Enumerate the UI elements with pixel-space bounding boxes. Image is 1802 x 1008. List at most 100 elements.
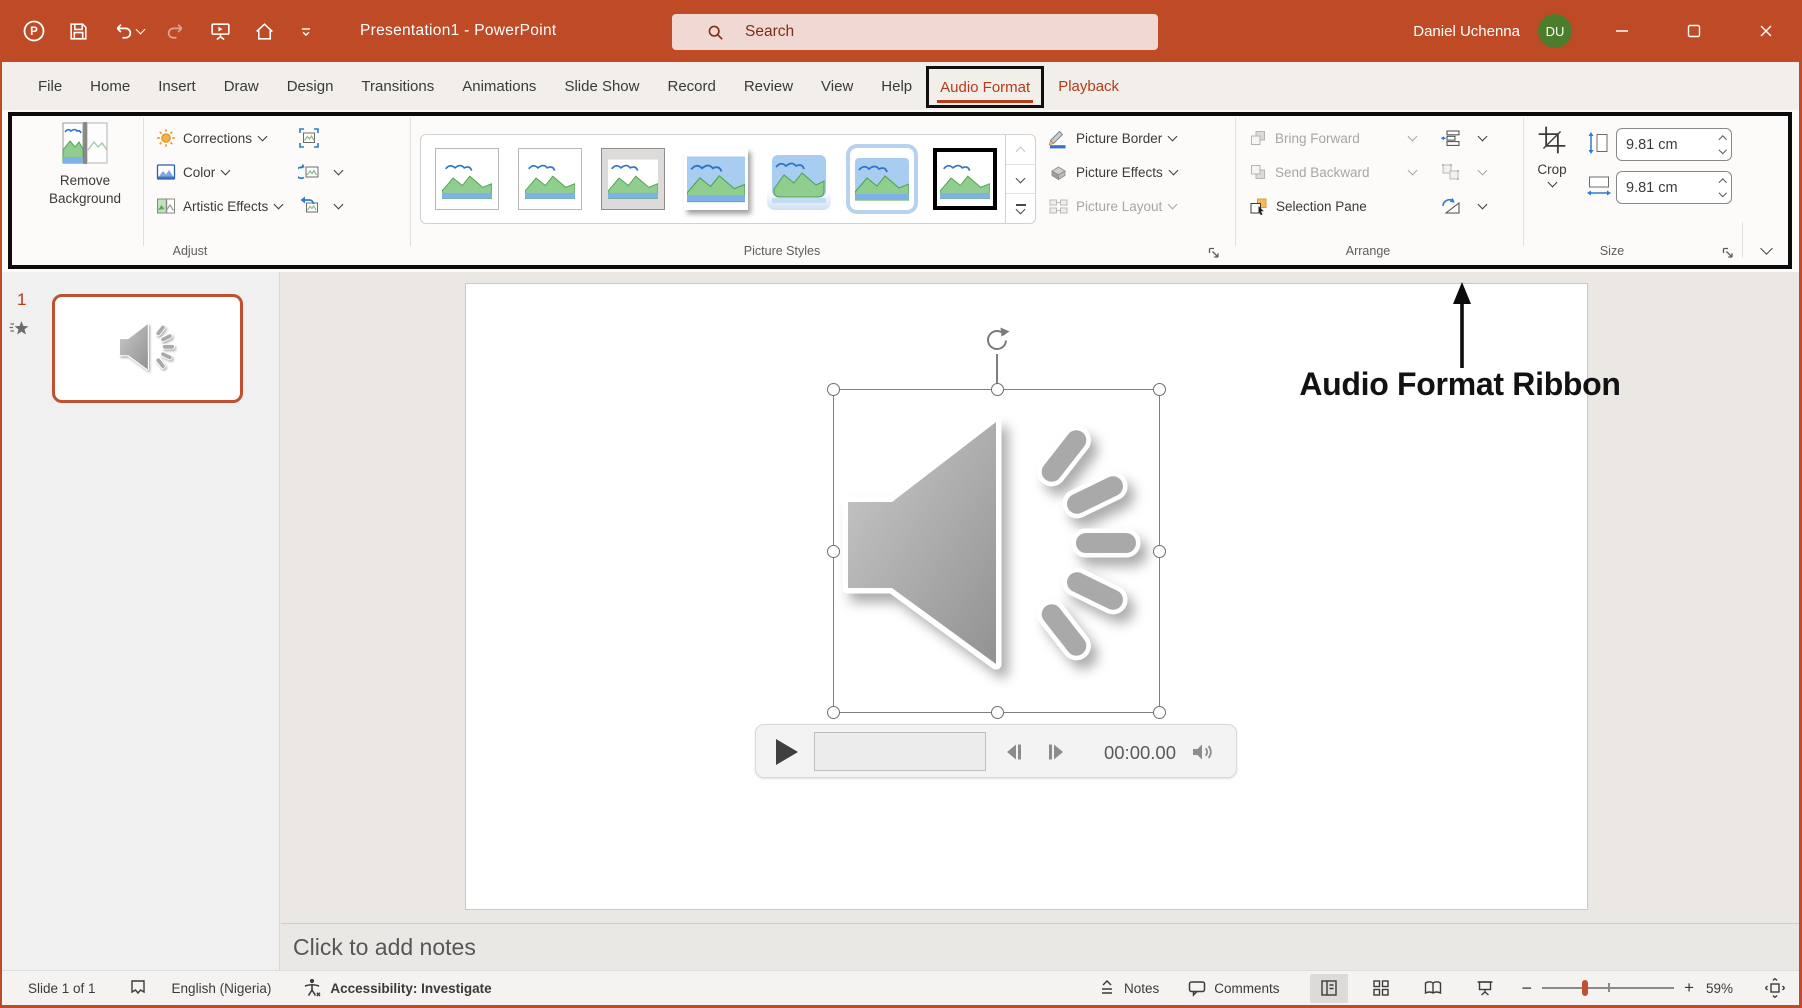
resize-handle-top-center[interactable] (991, 383, 1004, 396)
corrections-button[interactable]: Corrections (156, 125, 266, 151)
tab-playback[interactable]: Playback (1044, 62, 1133, 110)
maximize-button[interactable] (1672, 0, 1716, 62)
move-forward-button[interactable] (1042, 741, 1068, 763)
picture-style-option-4[interactable] (684, 148, 748, 210)
undo-button[interactable] (111, 20, 144, 43)
crop-button[interactable]: Crop (1526, 124, 1578, 234)
language-button[interactable]: English (Nigeria) (172, 981, 272, 996)
quick-access-toolbar-chevron-icon[interactable] (297, 22, 315, 40)
tab-animations[interactable]: Animations (448, 62, 550, 110)
shape-width-input[interactable] (1626, 180, 1700, 196)
align-objects-button[interactable] (1440, 125, 1486, 151)
picture-style-option-3[interactable] (601, 148, 665, 210)
reading-view-button[interactable] (1414, 974, 1452, 1003)
fit-slide-button[interactable] (1764, 977, 1786, 999)
gallery-scroll-down-button[interactable] (1006, 164, 1035, 194)
start-slideshow-button[interactable] (209, 20, 232, 43)
volume-icon[interactable] (1190, 741, 1218, 763)
width-spinner[interactable] (1720, 180, 1726, 196)
reset-picture-button[interactable] (298, 193, 342, 219)
align-objects-icon (1440, 128, 1462, 148)
size-dialog-launcher[interactable] (1722, 247, 1734, 259)
height-spin-down-icon[interactable] (1718, 146, 1726, 154)
slide-1-thumbnail[interactable] (52, 294, 243, 403)
tab-record[interactable]: Record (653, 62, 729, 110)
picture-styles-dialog-launcher[interactable] (1208, 247, 1220, 259)
tab-file[interactable]: File (24, 62, 76, 110)
zoom-slider[interactable] (1542, 979, 1674, 997)
zoom-level[interactable]: 59% (1706, 981, 1748, 996)
gallery-more-button[interactable] (1006, 193, 1035, 223)
picture-style-option-2[interactable] (518, 148, 582, 210)
selection-pane-button[interactable]: Selection Pane (1248, 193, 1367, 219)
tab-review[interactable]: Review (730, 62, 807, 110)
audio-speaker-graphic[interactable] (832, 390, 1162, 714)
height-spin-up-icon[interactable] (1718, 135, 1726, 143)
remove-background-button[interactable]: Remove Background (38, 122, 132, 234)
picture-border-button[interactable]: Picture Border (1048, 125, 1176, 151)
tab-slide-show[interactable]: Slide Show (550, 62, 653, 110)
home-button[interactable] (253, 20, 276, 43)
picture-effects-button[interactable]: Picture Effects (1048, 159, 1177, 185)
slide-sorter-view-button[interactable] (1362, 974, 1400, 1003)
resize-handle-middle-right[interactable] (1153, 545, 1166, 558)
shape-height-field[interactable] (1616, 128, 1732, 161)
accessibility-button[interactable]: Accessibility: Investigate (301, 977, 491, 999)
reset-picture-icon (298, 195, 320, 217)
move-back-button[interactable] (1002, 741, 1028, 763)
resize-handle-middle-left[interactable] (827, 545, 840, 558)
height-spinner[interactable] (1720, 137, 1726, 153)
resize-handle-bottom-right[interactable] (1153, 706, 1166, 719)
save-button[interactable] (67, 20, 90, 43)
picture-style-option-6[interactable] (850, 148, 914, 210)
tab-insert[interactable]: Insert (144, 62, 210, 110)
normal-view-button[interactable] (1310, 974, 1348, 1003)
slideshow-view-button[interactable] (1466, 974, 1504, 1003)
resize-handle-top-right[interactable] (1153, 383, 1166, 396)
collapse-ribbon-button[interactable] (1753, 240, 1779, 260)
width-spin-down-icon[interactable] (1718, 189, 1726, 197)
rotate-handle-icon[interactable] (983, 326, 1011, 354)
picture-style-option-1[interactable] (435, 148, 499, 210)
avatar[interactable]: DU (1538, 14, 1572, 48)
tab-help[interactable]: Help (867, 62, 926, 110)
compress-pictures-button[interactable] (298, 125, 320, 151)
tab-draw[interactable]: Draw (210, 62, 273, 110)
artistic-effects-button[interactable]: Artistic Effects (156, 193, 282, 219)
minimize-button[interactable] (1600, 0, 1644, 62)
redo-button[interactable] (165, 20, 188, 43)
resize-handle-top-left[interactable] (827, 383, 840, 396)
shape-height-input[interactable] (1626, 137, 1700, 153)
change-picture-button[interactable] (298, 159, 342, 185)
undo-dropdown-chevron-icon[interactable] (136, 24, 146, 34)
picture-style-option-7-selected[interactable] (933, 148, 997, 210)
zoom-slider-thumb[interactable] (1582, 980, 1588, 996)
user-name[interactable]: Daniel Uchenna (1413, 23, 1520, 40)
zoom-in-button[interactable]: + (1684, 978, 1694, 998)
tab-transitions[interactable]: Transitions (347, 62, 448, 110)
search-box[interactable]: Search (672, 14, 1158, 50)
audio-timeline[interactable] (814, 732, 986, 771)
audio-object-selection[interactable] (833, 389, 1160, 713)
crop-chevron-icon (1547, 178, 1557, 188)
play-button[interactable] (776, 739, 798, 765)
color-button[interactable]: Color (156, 159, 229, 185)
notes-pane[interactable]: Click to add notes (281, 923, 1802, 970)
animation-star-icon[interactable] (9, 318, 31, 338)
comments-toggle-button[interactable]: Comments (1187, 978, 1279, 998)
gallery-scroll-up-button[interactable] (1006, 135, 1035, 164)
width-spin-up-icon[interactable] (1718, 178, 1726, 186)
resize-handle-bottom-center[interactable] (991, 706, 1004, 719)
close-button[interactable] (1744, 0, 1788, 62)
resize-handle-bottom-left[interactable] (827, 706, 840, 719)
rotate-objects-button[interactable] (1440, 193, 1486, 219)
picture-style-option-5[interactable] (767, 148, 831, 210)
notes-toggle-button[interactable]: Notes (1097, 978, 1159, 998)
tab-home[interactable]: Home (76, 62, 144, 110)
zoom-out-button[interactable]: − (1522, 978, 1533, 999)
tab-design[interactable]: Design (273, 62, 348, 110)
shape-width-field[interactable] (1616, 171, 1732, 204)
spell-check-button[interactable] (128, 978, 148, 998)
tab-view[interactable]: View (807, 62, 867, 110)
tab-audio-format-active[interactable]: Audio Format (926, 66, 1044, 108)
